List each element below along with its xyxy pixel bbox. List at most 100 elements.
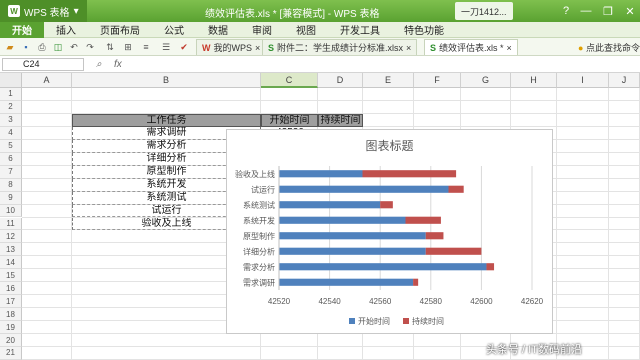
bar-duration[interactable] — [486, 263, 495, 271]
row-header-8[interactable]: 8 — [0, 178, 22, 192]
save-icon[interactable]: ▪ — [20, 41, 32, 53]
row-header-1[interactable]: 1 — [0, 88, 22, 101]
redo-icon[interactable]: ↷ — [84, 41, 96, 53]
row-header-9[interactable]: 9 — [0, 191, 22, 205]
command-search[interactable]: ● 点此查找命令 — [578, 41, 640, 54]
column-header-A[interactable]: A — [22, 73, 72, 88]
bar-duration[interactable] — [413, 278, 419, 286]
menu-bar: 开始 插入 页面布局 公式 数据 审阅 视图 开发工具 特色功能 — [0, 21, 640, 38]
borders-icon[interactable]: ⊞ — [122, 41, 134, 53]
bar-duration[interactable] — [425, 247, 482, 255]
row-header-10[interactable]: 10 — [0, 204, 22, 218]
row-header-13[interactable]: 13 — [0, 243, 22, 257]
column-header-D[interactable]: D — [318, 73, 363, 88]
bar-start-time[interactable] — [279, 247, 426, 255]
print-icon[interactable]: ⎙ — [36, 41, 48, 53]
row-header-16[interactable]: 16 — [0, 282, 22, 296]
sort-icon[interactable]: ⇅ — [104, 41, 116, 53]
close-tab-icon[interactable]: × — [255, 43, 260, 53]
align-icon[interactable]: ≡ — [140, 41, 152, 53]
row-header-17[interactable]: 17 — [0, 295, 22, 309]
grid-line — [22, 99, 640, 101]
bar-duration[interactable] — [425, 232, 444, 240]
table-header-cell[interactable]: 工作任务 — [72, 113, 261, 127]
row-header-15[interactable]: 15 — [0, 269, 22, 283]
bar-chart[interactable]: 图表标题 42520 42540 42560 42580 42600 42620 需求调研需… — [226, 129, 553, 334]
restore-icon[interactable]: ❐ — [598, 0, 618, 22]
row-header-11[interactable]: 11 — [0, 217, 22, 231]
menu-item-7[interactable]: 开发工具 — [328, 22, 392, 38]
close-icon[interactable]: ✕ — [620, 0, 640, 22]
x-tick-label: 42580 — [420, 297, 443, 306]
bar-start-time[interactable] — [279, 216, 406, 224]
name-box[interactable]: C24 — [2, 58, 84, 71]
close-tab-icon[interactable]: × — [406, 43, 411, 53]
menu-item-2[interactable]: 页面布局 — [88, 22, 152, 38]
zoom-icon[interactable]: ⌕ — [96, 59, 102, 70]
menu-item-3[interactable]: 公式 — [152, 22, 196, 38]
help-icon[interactable]: ? — [556, 0, 576, 22]
category-label: 试运行 — [251, 184, 275, 194]
document-tab-2[interactable]: S 绩效评估表.xls * × — [424, 39, 518, 55]
formula-bar: C24 ⌕ fx — [0, 56, 640, 73]
preview-icon[interactable]: ◫ — [52, 41, 64, 53]
row-header-5[interactable]: 5 — [0, 139, 22, 153]
row-header-19[interactable]: 19 — [0, 321, 22, 335]
formula-input[interactable] — [140, 58, 636, 71]
table-header-cell[interactable]: 开始时间 — [261, 113, 318, 127]
open-folder-icon[interactable]: ▰ — [4, 41, 16, 53]
select-all-corner[interactable] — [0, 73, 22, 88]
bar-start-time[interactable] — [279, 263, 487, 271]
column-header-J[interactable]: J — [609, 73, 640, 88]
bar-duration[interactable] — [362, 170, 457, 178]
undo-icon[interactable]: ↶ — [68, 41, 80, 53]
bar-start-time[interactable] — [279, 170, 363, 178]
bar-start-time[interactable] — [279, 185, 449, 193]
minimize-icon[interactable]: — — [576, 0, 596, 22]
bar-start-time[interactable] — [279, 201, 381, 209]
category-label: 验收及上线 — [235, 169, 275, 179]
user-account[interactable]: 一刀1412... — [455, 2, 513, 20]
column-header-C[interactable]: C — [261, 73, 318, 88]
fx-button[interactable]: fx — [114, 59, 122, 70]
category-label: 需求调研 — [243, 277, 275, 287]
bar-start-time[interactable] — [279, 232, 426, 240]
menu-item-5[interactable]: 审阅 — [240, 22, 284, 38]
menu-item-4[interactable]: 数据 — [196, 22, 240, 38]
column-header-B[interactable]: B — [72, 73, 261, 88]
row-header-2[interactable]: 2 — [0, 100, 22, 114]
column-header-E[interactable]: E — [363, 73, 414, 88]
row-header-20[interactable]: 20 — [0, 334, 22, 347]
close-tab-icon[interactable]: × — [507, 43, 512, 53]
row-header-3[interactable]: 3 — [0, 113, 22, 127]
column-header-H[interactable]: H — [511, 73, 557, 88]
legend-swatch — [403, 318, 409, 324]
menu-item-6[interactable]: 视图 — [284, 22, 328, 38]
bar-duration[interactable] — [405, 216, 441, 224]
format-paint-icon[interactable]: ✔ — [178, 41, 190, 53]
column-header-G[interactable]: G — [461, 73, 511, 88]
merge-icon[interactable]: ☰ — [160, 41, 172, 53]
document-tab-label: 附件二：学生成绩计分标准.xlsx — [277, 43, 404, 53]
row-header-12[interactable]: 12 — [0, 230, 22, 244]
column-header-I[interactable]: I — [557, 73, 609, 88]
bar-duration[interactable] — [448, 185, 464, 193]
row-header-18[interactable]: 18 — [0, 308, 22, 322]
row-header-6[interactable]: 6 — [0, 152, 22, 166]
menu-item-8[interactable]: 特色功能 — [392, 22, 456, 38]
app-menu-button[interactable]: W WPS 表格 ▾ — [0, 0, 87, 22]
document-tab-0[interactable]: W 我的WPS × — [196, 39, 267, 55]
menu-item-1[interactable]: 插入 — [44, 22, 88, 38]
row-header-21[interactable]: 21 — [0, 347, 22, 360]
menu-item-0[interactable]: 开始 — [0, 21, 44, 38]
x-tick-label: 42620 — [521, 297, 544, 306]
row-header-4[interactable]: 4 — [0, 126, 22, 140]
table-header-cell[interactable]: 持续时间 — [318, 113, 363, 127]
bar-start-time[interactable] — [279, 278, 414, 286]
document-tab-label: 绩效评估表.xls * — [439, 43, 504, 53]
document-tab-1[interactable]: S 附件二：学生成绩计分标准.xlsx × — [262, 39, 418, 55]
column-header-F[interactable]: F — [414, 73, 461, 88]
row-header-14[interactable]: 14 — [0, 256, 22, 270]
row-header-7[interactable]: 7 — [0, 165, 22, 179]
bar-duration[interactable] — [380, 201, 393, 209]
